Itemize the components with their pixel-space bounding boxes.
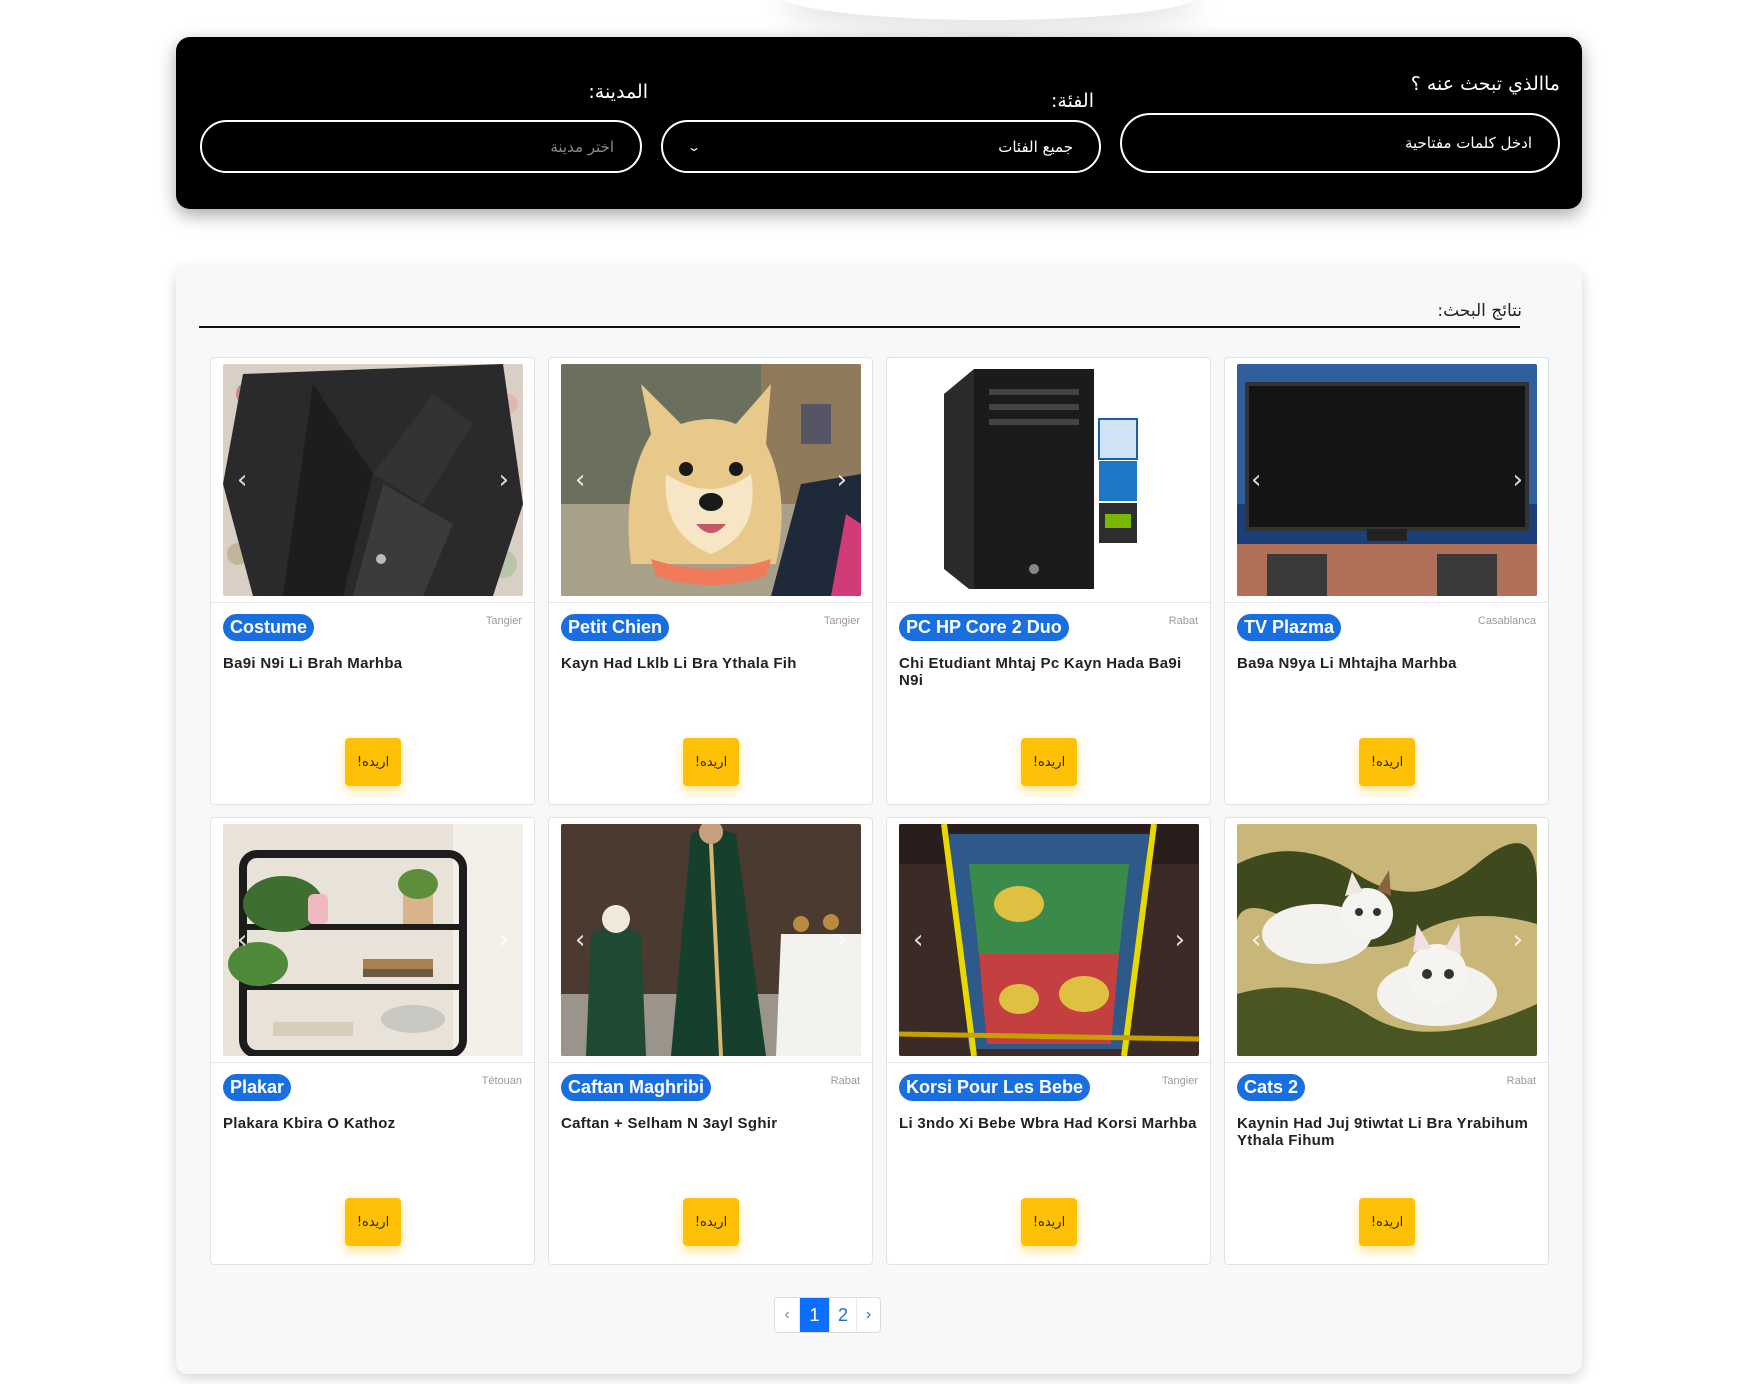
card-divider <box>887 602 1210 603</box>
card-divider <box>549 602 872 603</box>
listing-description: Kaynin Had Juj 9tiwtat Li Bra Yrabihum Y… <box>1237 1115 1529 1149</box>
listing-card[interactable]: ‹ › PC HP Core 2 Duo Rabat Chi Etudiant … <box>886 357 1211 805</box>
listing-title[interactable]: PC HP Core 2 Duo <box>899 614 1069 641</box>
carousel-next-icon[interactable]: › <box>499 925 509 955</box>
card-divider <box>887 1062 1210 1063</box>
listing-title[interactable]: Costume <box>223 614 315 641</box>
listing-title[interactable]: Caftan Maghribi <box>561 1074 712 1101</box>
carousel-next-icon[interactable]: › <box>837 925 847 955</box>
city-input[interactable]: اختر مدينة <box>200 120 642 173</box>
card-divider <box>211 602 534 603</box>
listing-city: Tangier <box>1161 1075 1198 1087</box>
want-button[interactable]: اريده! <box>1359 1198 1415 1246</box>
listing-image[interactable]: ‹ › <box>899 364 1199 596</box>
want-button[interactable]: اريده! <box>345 1198 401 1246</box>
chevron-down-icon: ⌄ <box>686 139 702 154</box>
keyword-placeholder: ادخل كلمات مفتاحية <box>1404 134 1532 152</box>
pagination-page-1[interactable]: 1 <box>799 1298 829 1332</box>
pagination-next-button[interactable]: › <box>856 1298 880 1332</box>
listing-city: Tangier <box>823 615 860 627</box>
keyword-input[interactable]: ادخل كلمات مفتاحية <box>1120 113 1560 173</box>
listing-image[interactable]: ‹ › <box>223 824 523 1056</box>
carousel-prev-icon[interactable]: ‹ <box>1251 925 1261 955</box>
listing-description: Plakara Kbira O Kathoz <box>223 1115 396 1132</box>
want-button[interactable]: اريده! <box>1359 738 1415 786</box>
listing-description: Caftan + Selham N 3ayl Sghir <box>561 1115 778 1132</box>
category-value: جميع الفئات <box>998 137 1073 156</box>
results-grid: ‹ › Costume Tangier Ba9i N9i Li Brah Mar… <box>210 357 1549 1265</box>
listing-city: Tétouan <box>481 1075 522 1087</box>
card-divider <box>1225 1062 1548 1063</box>
listing-city: Rabat <box>830 1075 860 1087</box>
listing-card[interactable]: ‹ › Petit Chien Tangier Kayn Had Lklb Li… <box>548 357 873 805</box>
carousel-prev-icon[interactable]: ‹ <box>237 925 247 955</box>
want-button[interactable]: اريده! <box>683 1198 739 1246</box>
search-panel: ماالذي تبحث عنه ؟ ادخل كلمات مفتاحية الف… <box>176 37 1582 209</box>
listing-image[interactable]: ‹ › <box>1237 364 1537 596</box>
listing-title[interactable]: Plakar <box>223 1074 292 1101</box>
pagination-page-2[interactable]: 2 <box>829 1298 856 1332</box>
carousel-next-icon[interactable]: › <box>1513 465 1523 495</box>
category-select[interactable]: جميع الفئات ⌄ <box>661 120 1101 173</box>
listing-image[interactable]: ‹ › <box>899 824 1199 1056</box>
carousel-next-icon[interactable]: › <box>1175 925 1185 955</box>
listing-title[interactable]: Petit Chien <box>561 614 670 641</box>
listing-city: Casablanca <box>1477 615 1536 627</box>
pagination-prev-button[interactable]: ‹ <box>775 1298 799 1332</box>
listing-city: Rabat <box>1506 1075 1536 1087</box>
listing-card[interactable]: ‹ › Cats 2 Rabat Kaynin Had Juj 9tiwtat … <box>1224 817 1549 1265</box>
carousel-prev-icon[interactable]: ‹ <box>575 925 585 955</box>
listing-card[interactable]: ‹ › Caftan Maghribi Rabat Caftan + Selha… <box>548 817 873 1265</box>
listing-description: Ba9i N9i Li Brah Marhba <box>223 655 403 672</box>
carousel-prev-icon[interactable]: ‹ <box>913 925 923 955</box>
carousel-prev-icon[interactable]: ‹ <box>1251 465 1261 495</box>
carousel-prev-icon[interactable]: ‹ <box>237 465 247 495</box>
carousel-next-icon[interactable]: › <box>499 465 509 495</box>
carousel-prev-icon[interactable]: ‹ <box>913 465 923 495</box>
listing-city: Tangier <box>485 615 522 627</box>
city-placeholder: اختر مدينة <box>550 137 614 156</box>
results-title: نتائج البحث: <box>1437 301 1522 321</box>
top-decoration <box>780 0 1200 20</box>
listing-image[interactable]: ‹ › <box>561 824 861 1056</box>
listing-title[interactable]: Korsi Pour Les Bebe <box>899 1074 1091 1101</box>
keyword-label: ماالذي تبحث عنه ؟ <box>1410 73 1560 95</box>
carousel-prev-icon[interactable]: ‹ <box>575 465 585 495</box>
carousel-next-icon[interactable]: › <box>837 465 847 495</box>
card-divider <box>549 1062 872 1063</box>
pagination: ‹ 1 2 › <box>774 1297 881 1333</box>
listing-card[interactable]: ‹ › Plakar Tétouan Plakara Kbira O Katho… <box>210 817 535 1265</box>
listing-card[interactable]: ‹ › Korsi Pour Les Bebe Tangier Li 3ndo … <box>886 817 1211 1265</box>
carousel-next-icon[interactable]: › <box>1513 925 1523 955</box>
listing-card[interactable]: ‹ › Costume Tangier Ba9i N9i Li Brah Mar… <box>210 357 535 805</box>
listing-city: Rabat <box>1168 615 1198 627</box>
listing-description: Kayn Had Lklb Li Bra Ythala Fih <box>561 655 797 672</box>
want-button[interactable]: اريده! <box>345 738 401 786</box>
results-divider <box>199 326 1520 328</box>
carousel-next-icon[interactable]: › <box>1175 465 1185 495</box>
card-divider <box>211 1062 534 1063</box>
want-button[interactable]: اريده! <box>1021 1198 1077 1246</box>
category-label: الفئة: <box>1050 90 1094 112</box>
want-button[interactable]: اريده! <box>683 738 739 786</box>
city-label: المدينة: <box>588 81 648 103</box>
results-panel: نتائج البحث: ‹ › Costume Tangier Ba9i N9… <box>176 267 1582 1374</box>
card-divider <box>1225 602 1548 603</box>
listing-title[interactable]: Cats 2 <box>1237 1074 1306 1101</box>
listing-description: Ba9a N9ya Li Mhtajha Marhba <box>1237 655 1457 672</box>
listing-title[interactable]: TV Plazma <box>1237 614 1342 641</box>
listing-card[interactable]: ‹ › TV Plazma Casablanca Ba9a N9ya Li Mh… <box>1224 357 1549 805</box>
listing-image[interactable]: ‹ › <box>1237 824 1537 1056</box>
listing-description: Chi Etudiant Mhtaj Pc Kayn Hada Ba9i N9i <box>899 655 1182 689</box>
listing-description: Li 3ndo Xi Bebe Wbra Had Korsi Marhba <box>899 1115 1197 1132</box>
listing-image[interactable]: ‹ › <box>561 364 861 596</box>
want-button[interactable]: اريده! <box>1021 738 1077 786</box>
listing-image[interactable]: ‹ › <box>223 364 523 596</box>
